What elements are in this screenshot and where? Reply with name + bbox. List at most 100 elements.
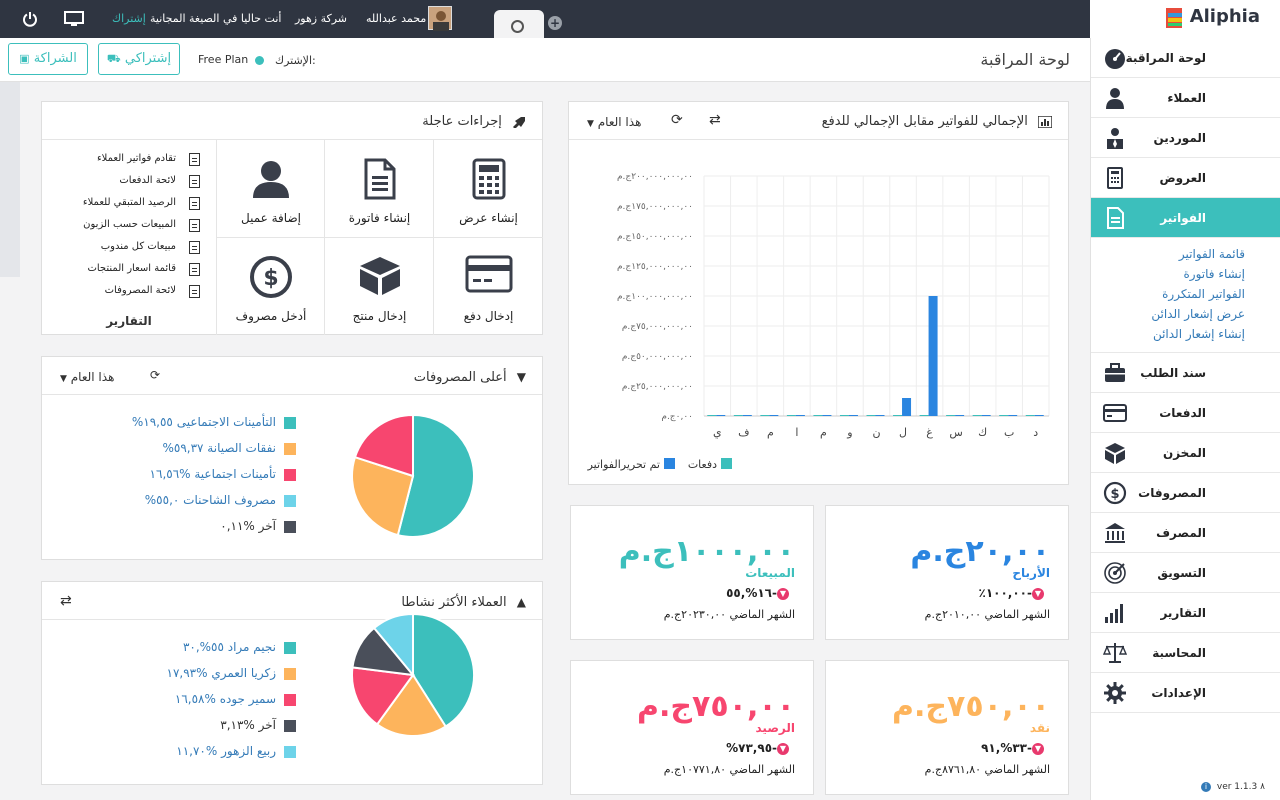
legend-label: نفقات الصيانة ٥٩,٣٧%: [162, 441, 276, 455]
add-tab-icon[interactable]: +: [548, 16, 562, 30]
submenu-item[interactable]: إنشاء إشعار الدائن: [1091, 324, 1280, 344]
supplier-icon: [1107, 128, 1123, 149]
period-dropdown[interactable]: ▼ هذا العام: [60, 370, 114, 384]
page-header: ▣ الشراكة ⛟ إشتراكي Free Plan الإشترك: ل…: [0, 38, 1090, 82]
avatar[interactable]: [428, 6, 452, 31]
stat-card-cash: ٧٥٠,٠٠ج.م نقد ٣٣%,٩١- ▼ الشهر الماضي ٨٧٦١…: [825, 660, 1069, 795]
bar-invoices: [742, 415, 752, 416]
enter-expense-label: أدخل مصروف: [235, 309, 307, 323]
x-tick-label: س: [949, 426, 962, 439]
refresh-icon[interactable]: ⟳: [671, 112, 683, 128]
submenu-item[interactable]: الفواتير المتكررة: [1091, 284, 1280, 304]
y-tick-label: ١٧٥,٠٠٠,٠٠٠,٠٠ج.م: [617, 202, 693, 212]
report-link[interactable]: لائحة المصروفات: [42, 280, 216, 302]
swap-icon[interactable]: ⇄: [60, 593, 72, 609]
period-dropdown[interactable]: ▼ هذا العام: [587, 115, 641, 129]
legend-swatch: [284, 494, 296, 507]
invoices-chart-panel: الإجمالي للفواتير مقابل الإجمالي للدفع ⇄…: [568, 101, 1069, 485]
bar-payments: [733, 415, 743, 416]
enter-payment-button[interactable]: إدخال دفع: [433, 237, 543, 335]
partner-button[interactable]: ▣ الشراكة: [8, 43, 88, 75]
sidebar-item-purchase-orders[interactable]: سند الطلب: [1091, 353, 1280, 393]
scale-icon: [1103, 643, 1127, 663]
sidebar-item-payments[interactable]: الدفعات: [1091, 393, 1280, 433]
create-invoice-button[interactable]: إنشاء فاتورة: [324, 140, 434, 238]
report-link[interactable]: المبيعات حسب الزبون: [42, 214, 216, 236]
brand[interactable]: Aliphia: [1090, 0, 1280, 38]
report-link[interactable]: مبيعات كل مندوب: [42, 236, 216, 258]
x-tick-label: م: [820, 426, 827, 439]
legend-item[interactable]: آخر %٣,١٣: [220, 716, 296, 734]
box-icon: [1105, 443, 1125, 464]
refresh-icon[interactable]: ⟳: [150, 368, 160, 382]
sidebar-item-expenses[interactable]: المصروفات $: [1091, 473, 1280, 513]
x-tick-label: ب: [1004, 426, 1014, 439]
sidebar-item-label: العروض: [1159, 171, 1206, 185]
reports-list: تقادم فواتير العملاء لائحة الدفعات الرصي…: [42, 148, 216, 302]
sidebar-item-reports[interactable]: التقارير: [1091, 593, 1280, 633]
y-tick-label: ٠,٠٠ج.م: [661, 412, 693, 422]
report-link[interactable]: لائحة الدفعات: [42, 170, 216, 192]
legend-item[interactable]: سمير جوده %١٦,٥٨: [175, 690, 296, 708]
customers-pie-chart: [351, 612, 475, 737]
legend-item[interactable]: زكريا العمري %١٧,٩٣: [167, 664, 296, 682]
file-icon: [189, 197, 200, 210]
bar-invoices: [928, 296, 938, 416]
bar-payments: [813, 415, 823, 416]
submenu-item[interactable]: إنشاء فاتورة: [1091, 264, 1280, 284]
legend-label: نجيم مراد ٥٥%,٣٠: [182, 640, 276, 654]
monitor-icon[interactable]: [64, 0, 84, 38]
file-icon: [189, 285, 200, 298]
legend-label: دفعات: [688, 458, 717, 471]
sidebar-item-suppliers[interactable]: الموردين: [1091, 118, 1280, 158]
legend-item[interactable]: ربيع الزهور %١١,٧٠: [176, 742, 296, 760]
stat-change: ٣٣%,٩١- ▼: [981, 741, 1050, 755]
submenu-item[interactable]: عرض إشعار الدائن: [1091, 304, 1280, 324]
enter-product-button[interactable]: إدخال منتج: [324, 237, 434, 335]
sidebar-item-accounting[interactable]: المحاسبة: [1091, 633, 1280, 673]
tab-home[interactable]: [494, 10, 544, 38]
legend-item[interactable]: آخر %٠,١١: [220, 517, 296, 535]
power-icon[interactable]: [22, 0, 38, 38]
legend-item[interactable]: مصروف الشاحنات ٥٥,٠%: [145, 491, 296, 509]
submenu-item[interactable]: قائمة الفواتير: [1091, 244, 1280, 264]
sidebar-item-customers[interactable]: العملاء: [1091, 78, 1280, 118]
bar-invoices: [848, 415, 858, 416]
stat-change: ٪١٠٠,٠٠- ▼: [979, 586, 1051, 600]
reports-title[interactable]: التقارير: [42, 314, 216, 328]
create-quote-button[interactable]: إنشاء عرض: [433, 140, 543, 238]
add-customer-button[interactable]: إضافة عميل: [216, 140, 325, 238]
sidebar-item-quotes[interactable]: العروض: [1091, 158, 1280, 198]
briefcase-icon: [1105, 363, 1125, 382]
sidebar-item-invoices[interactable]: الفواتير: [1091, 198, 1280, 238]
legend-item[interactable]: نجيم مراد ٥٥%,٣٠: [183, 638, 296, 656]
legend-item[interactable]: نفقات الصيانة ٥٩,٣٧%: [162, 439, 296, 457]
y-tick-label: ١٠٠,٠٠٠,٠٠٠,٠٠ج.م: [617, 292, 693, 302]
sidebar-item-bank[interactable]: المصرف: [1091, 513, 1280, 553]
enter-expense-button[interactable]: $ أدخل مصروف: [216, 237, 325, 335]
report-link[interactable]: قائمة اسعار المنتجات: [42, 258, 216, 280]
sidebar-item-settings[interactable]: الإعدادات: [1091, 673, 1280, 713]
report-link[interactable]: تقادم فواتير العملاء: [42, 148, 216, 170]
legend-label: ربيع الزهور %١١,٧٠: [176, 744, 276, 758]
legend-swatch: [284, 520, 296, 533]
sidebar-item-dashboard[interactable]: لوحة المراقبة: [1091, 38, 1280, 78]
bar-payments: [786, 415, 796, 416]
legend-label: سمير جوده %١٦,٥٨: [174, 692, 276, 706]
my-subscription-button[interactable]: ⛟ إشتراكي: [98, 43, 180, 75]
company-name[interactable]: شركة زهور: [295, 0, 347, 38]
sidebar-item-label: العملاء: [1167, 91, 1206, 105]
sidebar-item-label: لوحة المراقبة: [1125, 51, 1206, 65]
legend-item[interactable]: التأمينات الاجتماعيى ١٩,٥٥%: [132, 413, 296, 431]
swap-icon[interactable]: ⇄: [709, 112, 721, 128]
sidebar-item-marketing[interactable]: التسويق: [1091, 553, 1280, 593]
legend-swatch: [664, 458, 675, 469]
legend-label: تأمينات اجتماعية %١٦,٥٦: [149, 467, 276, 481]
user-name[interactable]: محمد عبدالله: [366, 0, 426, 38]
report-link[interactable]: الرصيد المتبقي للعملاء: [42, 192, 216, 214]
dashboard-icon: [1105, 49, 1125, 69]
gear-icon: [1104, 682, 1126, 704]
legend-item[interactable]: تأمينات اجتماعية %١٦,٥٦: [150, 465, 296, 483]
sidebar-item-inventory[interactable]: المخزن: [1091, 433, 1280, 473]
subscribe-link[interactable]: إشتراك: [112, 0, 146, 38]
